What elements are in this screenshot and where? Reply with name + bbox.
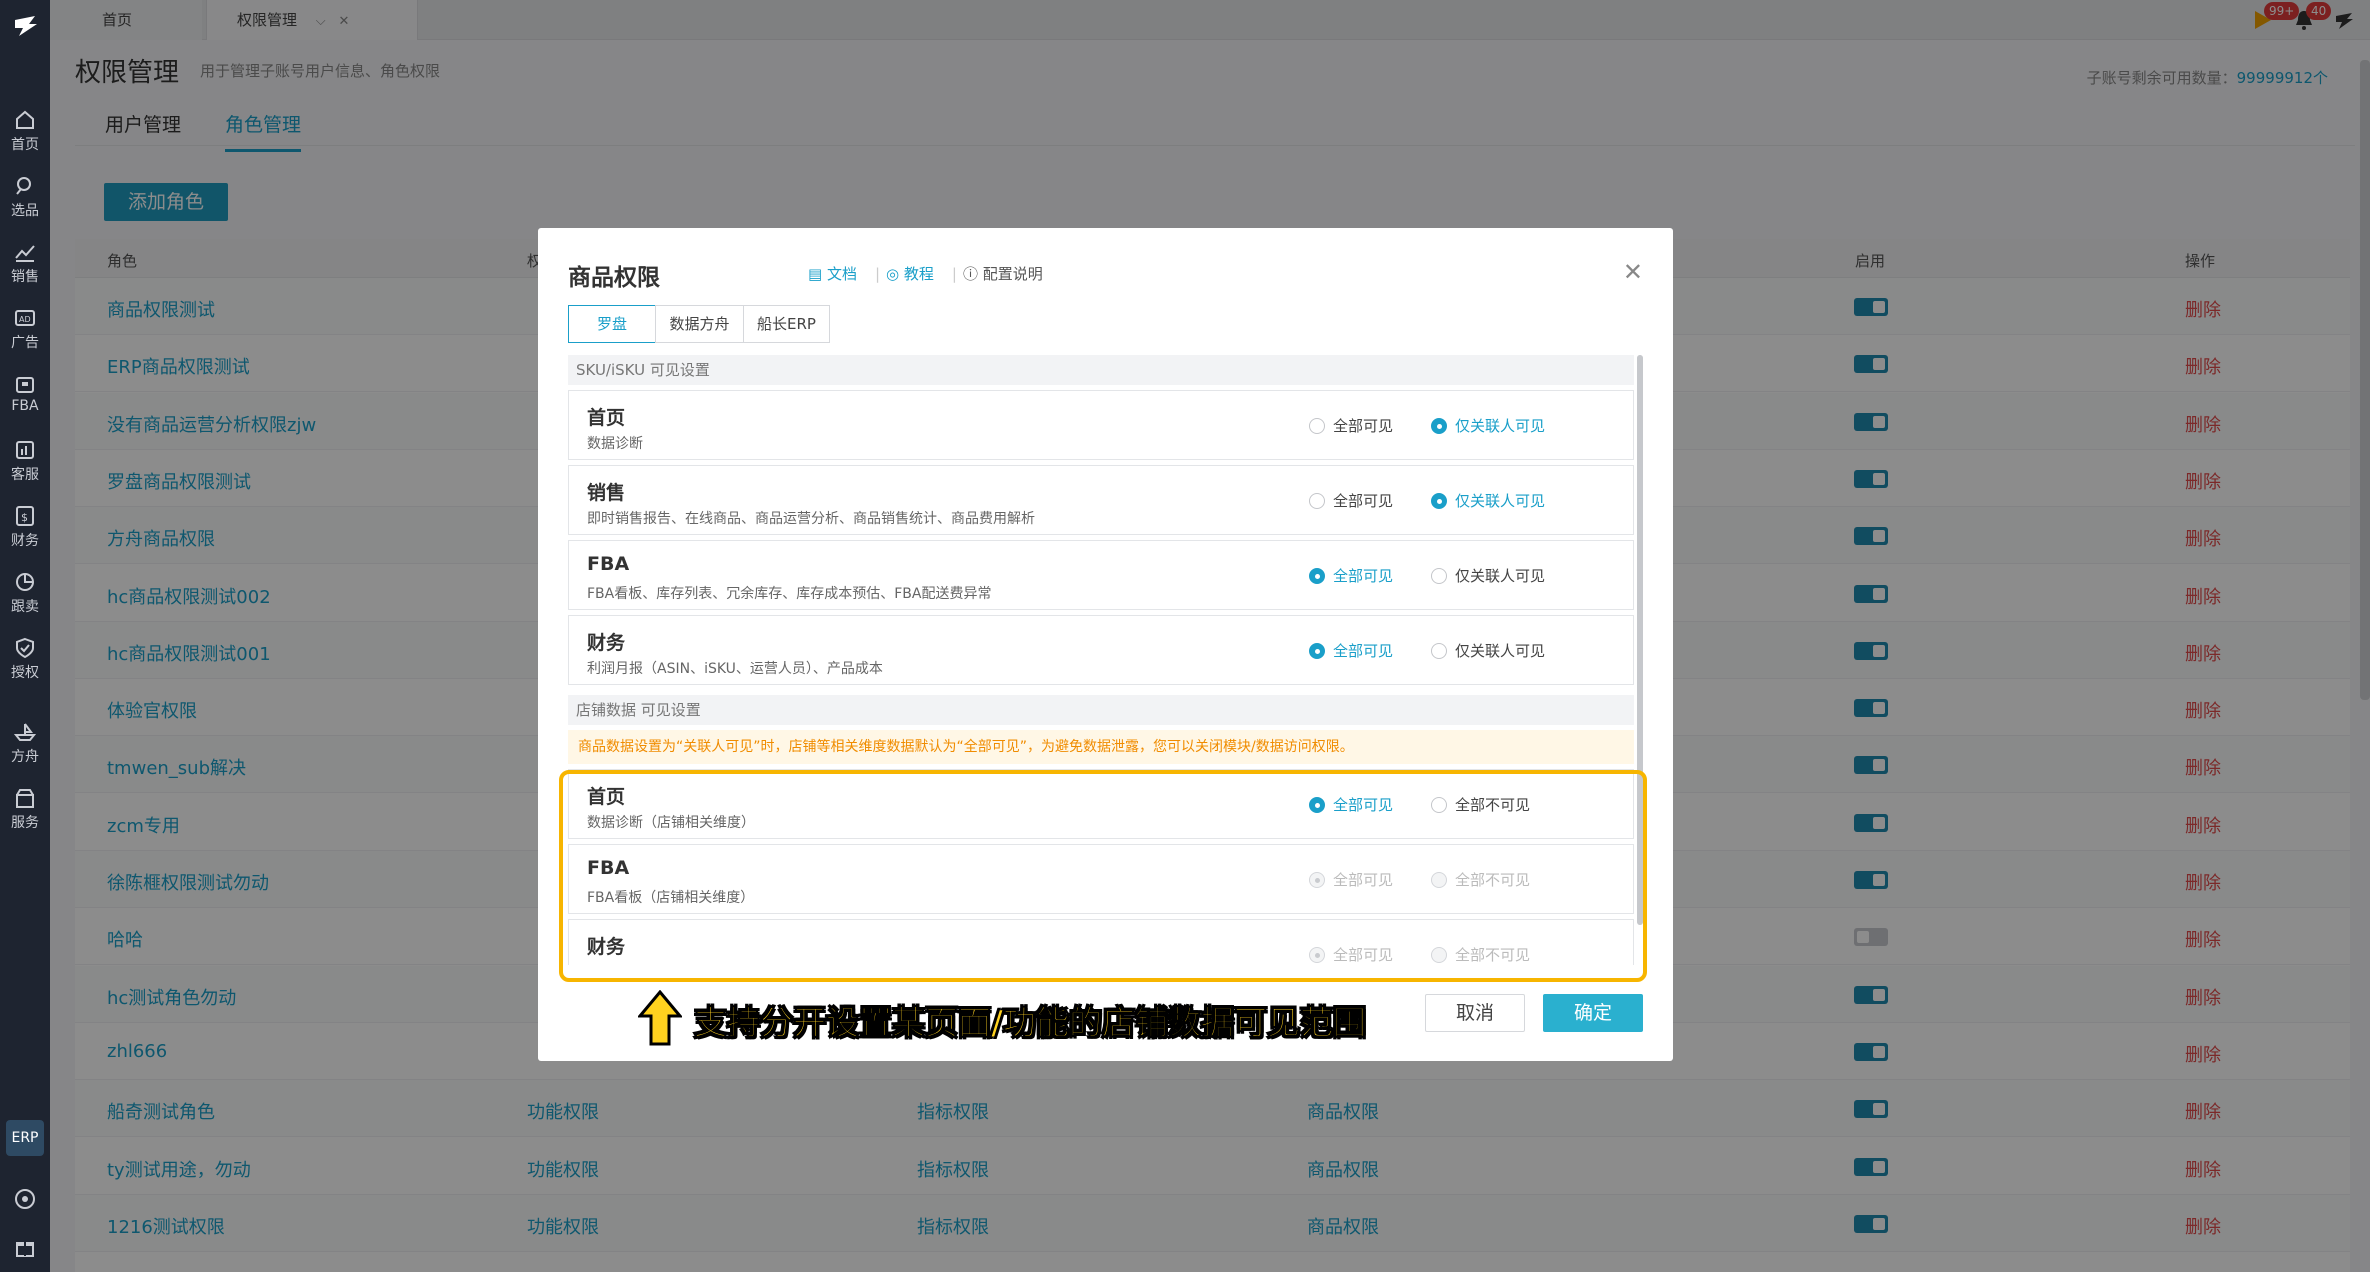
tab-compass[interactable]: 罗盘 [568,305,656,343]
radio-option-2[interactable]: 仅关联人可见 [1431,640,1545,661]
radio-icon [1431,643,1447,659]
sidebar-item-2[interactable]: 销售 [0,240,50,300]
up-arrow-icon [638,990,682,1046]
sidebar-item-label: 销售 [11,269,39,285]
permission-item: 销售即时销售报告、在线商品、商品运营分析、商品销售统计、商品费用解析 全部可见 仅关… [568,465,1634,535]
tab-data-ark[interactable]: 数据方舟 [655,305,744,343]
permission-title: FBA [587,553,630,575]
ark-icon [13,720,37,744]
permission-item: 首页数据诊断 全部可见 仅关联人可见 [568,390,1634,460]
sidebar-item-7[interactable]: 跟卖 [0,570,50,630]
tab-captain-erp[interactable]: 船长ERP [743,305,830,343]
home-icon [13,108,37,132]
permission-desc: FBA看板、库存列表、冗余库存、库存成本预估、FBA配送费异常 [587,586,992,602]
permission-desc: 数据诊断 [587,436,643,452]
radio-icon [1309,568,1325,584]
pie-icon [13,570,37,594]
permission-desc: 利润月报（ASIN、iSKU、运营人员）、产品成本 [587,661,883,677]
radio-option-2[interactable]: 仅关联人可见 [1431,415,1545,436]
app-logo[interactable] [9,10,41,42]
store-warning: 商品数据设置为“关联人可见”时，店铺等相关维度数据默认为“全部可见”，为避免数据… [568,730,1634,764]
radio-icon [1309,493,1325,509]
sidebar-item-label: 财务 [11,533,39,549]
sidebar-item-label: 授权 [11,665,39,681]
sidebar-item-label: 首页 [11,137,39,153]
modal-title: 商品权限 [568,265,660,291]
svg-text:$: $ [21,511,28,524]
permission-item: FBA FBA看板、库存列表、冗余库存、库存成本预估、FBA配送费异常 全部可见 仅关… [568,540,1634,610]
config-info-link[interactable]: ⓘ 配置说明 [963,265,1049,283]
radio-icon [1309,643,1325,659]
radio-icon [1309,418,1325,434]
sidebar-item-5[interactable]: 客服 [0,438,50,498]
erp-badge[interactable]: ERP [6,1120,44,1156]
dollar-icon: $ [13,504,37,528]
sidebar-item-0[interactable]: 首页 [0,108,50,168]
permission-title: 首页 [587,407,626,429]
service-icon [13,438,37,462]
radio-icon [1431,418,1447,434]
store-section-header: 店铺数据 可见设置 [568,695,1634,725]
radio-icon [1431,568,1447,584]
sidebar-item-8[interactable]: 授权 [0,636,50,696]
radio-option-2[interactable]: 仅关联人可见 [1431,565,1545,586]
store-icon [13,786,37,810]
gift-icon[interactable] [13,1235,37,1259]
sidebar-item-label: 选品 [11,203,39,219]
radio-option-1[interactable]: 全部可见 [1309,640,1393,661]
sidebar-item-label: 广告 [11,335,39,351]
sku-section-header: SKU/iSKU 可见设置 [568,355,1634,385]
doc-link[interactable]: ▤ 文档 [808,265,863,283]
radio-icon [1431,493,1447,509]
cancel-button[interactable]: 取消 [1425,994,1525,1032]
modal-links: ▤ 文档 | ◎ 教程 | ⓘ 配置说明 [808,263,1055,284]
sidebar-item-label: 跟卖 [11,599,39,615]
sidebar-item-10[interactable]: 服务 [0,786,50,846]
ad-icon: AD [13,306,37,330]
radio-option-2[interactable]: 仅关联人可见 [1431,490,1545,511]
sidebar-item-label: 方舟 [11,749,39,765]
permission-title: 销售 [587,482,626,504]
tutorial-link[interactable]: ◎ 教程 [886,265,940,283]
sidebar: 首页选品销售 AD 广告 FBA 客服 $ 财务跟卖授权方舟服务 ERP [0,0,50,1272]
search-icon [13,174,37,198]
permission-title: 财务 [587,632,626,654]
close-icon[interactable]: ✕ [1623,258,1643,286]
sidebar-item-1[interactable]: 选品 [0,174,50,234]
radio-option-1[interactable]: 全部可见 [1309,490,1393,511]
sidebar-item-label: 服务 [11,815,39,831]
sidebar-item-label: 客服 [11,467,39,483]
help-icon[interactable] [13,1187,37,1211]
sidebar-item-4[interactable]: FBA [0,372,50,432]
sidebar-item-3[interactable]: AD 广告 [0,306,50,366]
highlight-box [559,770,1647,982]
callout-text: 支持分开设置某页面/功能的店铺数据可见范围 [693,1003,1367,1043]
box-icon [13,372,37,396]
shield-icon [13,636,37,660]
sidebar-item-9[interactable]: 方舟 [0,720,50,780]
sidebar-item-label: FBA [11,398,39,414]
sidebar-item-6[interactable]: $ 财务 [0,504,50,564]
permission-item: 财务利润月报（ASIN、iSKU、运营人员）、产品成本 全部可见 仅关联人可见 [568,615,1634,685]
permission-desc: 即时销售报告、在线商品、商品运营分析、商品销售统计、商品费用解析 [587,511,1035,527]
confirm-button[interactable]: 确定 [1543,994,1643,1032]
radio-option-1[interactable]: 全部可见 [1309,415,1393,436]
svg-text:AD: AD [19,315,31,324]
chart-icon [13,240,37,264]
radio-option-1[interactable]: 全部可见 [1309,565,1393,586]
